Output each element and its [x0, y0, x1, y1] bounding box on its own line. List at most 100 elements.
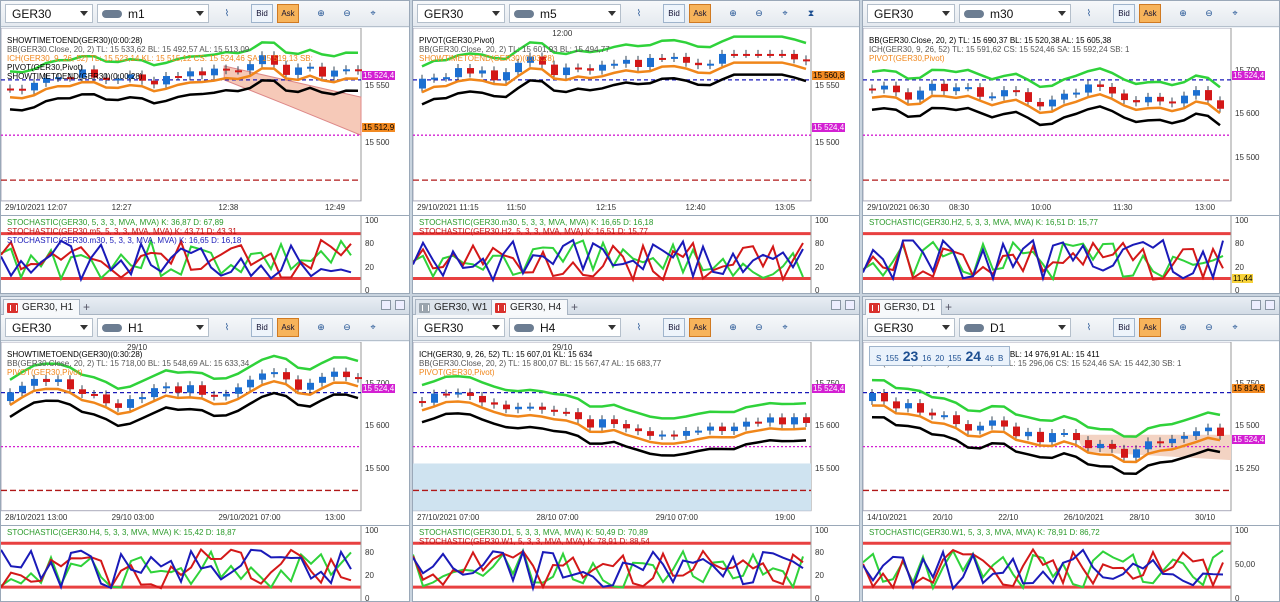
minimize-icon[interactable] — [831, 300, 841, 310]
zoom-out-icon[interactable]: ⊖ — [1199, 319, 1219, 336]
timeframe-select[interactable]: H1 — [97, 318, 209, 337]
indicators-icon[interactable]: ⌇ — [629, 319, 649, 336]
symbol-select[interactable]: GER30 — [5, 4, 93, 23]
price-tick: 15 550 — [365, 80, 390, 90]
timeframe-value: m5 — [540, 7, 557, 21]
bid-button[interactable]: Bid — [663, 318, 685, 337]
bid-button[interactable]: Bid — [1113, 318, 1135, 337]
indicator-legend: SHOWTIMETOEND(GER30)(0:30:28) — [7, 350, 143, 359]
candle — [7, 392, 14, 402]
price-chart: 15 75015 50015 25015 814,615 524,414/10/… — [863, 342, 1279, 525]
ask-button[interactable]: Ask — [1139, 318, 1161, 337]
symbol-select[interactable]: GER30 — [867, 4, 955, 23]
candle — [455, 392, 462, 395]
price-chart: 15 70015 60015 50015 524,429/10/2021 06:… — [863, 28, 1279, 215]
timeframe-select[interactable]: D1 — [959, 318, 1071, 337]
indicators-icon[interactable]: ⌇ — [217, 319, 237, 336]
candle — [659, 57, 666, 60]
candle — [1109, 86, 1116, 94]
timeframe-select[interactable]: m30 — [959, 4, 1071, 23]
symbol-select[interactable]: GER30 — [5, 318, 93, 337]
time-tick: 12:38 — [218, 202, 239, 212]
chart-tab[interactable]: GER30, W1 — [415, 299, 495, 315]
quote-widget[interactable]: S 155 23 16 20 155 24 46 B — [869, 346, 1011, 366]
candle — [893, 401, 900, 409]
chart-tab[interactable]: GER30, D1 — [865, 299, 943, 315]
timeframe-select[interactable]: m1 — [97, 4, 209, 23]
candle — [731, 426, 738, 432]
zoom-in-icon[interactable]: ⊕ — [723, 5, 743, 22]
minimize-icon[interactable] — [1251, 300, 1261, 310]
timeframe-select[interactable]: H4 — [509, 318, 621, 337]
price-tag: 15 512,9 — [362, 123, 396, 133]
candle — [611, 63, 618, 66]
timeframe-select[interactable]: m5 — [509, 4, 621, 23]
zoom-out-icon[interactable]: ⊖ — [1199, 5, 1219, 22]
indicators-icon[interactable]: ⌇ — [1079, 319, 1099, 336]
bid-button[interactable]: Bid — [251, 318, 273, 337]
chart-tab[interactable]: GER30, H4 — [491, 299, 569, 315]
minimize-icon[interactable] — [381, 300, 391, 310]
add-tab-icon[interactable]: + — [945, 300, 952, 314]
candle — [953, 415, 960, 425]
ask-button[interactable]: Ask — [689, 4, 711, 23]
bid-button[interactable]: Bid — [1113, 4, 1135, 23]
indicators-icon[interactable]: ⌇ — [217, 5, 237, 22]
time-tick: 12:49 — [325, 202, 346, 212]
indicator-legend: BB(GER30.Close, 20, 2) TL: 15 718,00 BL:… — [7, 359, 250, 368]
zoom-out-icon[interactable]: ⊖ — [749, 319, 769, 336]
quote-bidsup: 16 — [922, 354, 932, 363]
maximize-icon[interactable] — [845, 300, 855, 310]
zoom-out-icon[interactable]: ⊖ — [337, 319, 357, 336]
maximize-icon[interactable] — [395, 300, 405, 310]
crosshair-icon[interactable]: ⌖ — [363, 5, 383, 22]
zoom-in-icon[interactable]: ⊕ — [311, 319, 331, 336]
maximize-icon[interactable] — [1265, 300, 1275, 310]
candle — [539, 406, 546, 410]
quote-ask: 24 — [965, 348, 982, 364]
indicators-icon[interactable]: ⌇ — [1079, 5, 1099, 22]
hourglass-icon[interactable]: ⧗ — [801, 5, 821, 22]
zoom-out-icon[interactable]: ⊖ — [337, 5, 357, 22]
symbol-select[interactable]: GER30 — [417, 4, 505, 23]
zoom-in-icon[interactable]: ⊕ — [723, 319, 743, 336]
add-tab-icon[interactable]: + — [571, 300, 578, 314]
candle — [307, 382, 314, 390]
ask-button[interactable]: Ask — [277, 318, 299, 337]
crosshair-icon[interactable]: ⌖ — [1225, 319, 1245, 336]
trading-workspace: GER30 m1 ⌇ Bid Ask ⊕ ⊖ ⌖ 15 550 15 500 15 524,4 15 … — [0, 0, 1280, 602]
crosshair-icon[interactable]: ⌖ — [775, 5, 795, 22]
candle — [719, 53, 726, 64]
candle — [731, 53, 738, 56]
crosshair-icon[interactable]: ⌖ — [1225, 5, 1245, 22]
symbol-select[interactable]: GER30 — [867, 318, 955, 337]
candle — [779, 417, 786, 425]
indicator-legend: BB(GER30.Close, 20, 2) TL: 15 690,37 BL:… — [869, 36, 1112, 45]
ask-button[interactable]: Ask — [277, 4, 299, 23]
candle — [479, 70, 486, 74]
zoom-out-icon[interactable]: ⊖ — [749, 5, 769, 22]
candle — [671, 434, 678, 437]
zoom-in-icon[interactable]: ⊕ — [311, 5, 331, 22]
add-tab-icon[interactable]: + — [83, 300, 90, 314]
zoom-in-icon[interactable]: ⊕ — [1173, 319, 1193, 336]
symbol-select[interactable]: GER30 — [417, 318, 505, 337]
candle — [235, 70, 242, 73]
candle — [965, 87, 972, 90]
chart-tab[interactable]: GER30, H1 — [3, 299, 81, 315]
candle — [355, 69, 362, 72]
chart-tab-label: GER30, H4 — [510, 302, 562, 313]
candle — [503, 72, 510, 81]
bid-button[interactable]: Bid — [663, 4, 685, 23]
ask-button[interactable]: Ask — [1139, 4, 1161, 23]
price-tick: 15 600 — [365, 421, 390, 431]
ask-button[interactable]: Ask — [689, 318, 711, 337]
bid-button[interactable]: Bid — [251, 4, 273, 23]
candle — [431, 77, 438, 80]
indicators-icon[interactable]: ⌇ — [629, 5, 649, 22]
crosshair-icon[interactable]: ⌖ — [363, 319, 383, 336]
price-tag: 15 524,4 — [812, 384, 846, 394]
stochastic-pane: STOCHASTIC(GER30.H2, 5, 3, 3, MVA, MVA) … — [863, 214, 1279, 293]
zoom-in-icon[interactable]: ⊕ — [1173, 5, 1193, 22]
crosshair-icon[interactable]: ⌖ — [775, 319, 795, 336]
